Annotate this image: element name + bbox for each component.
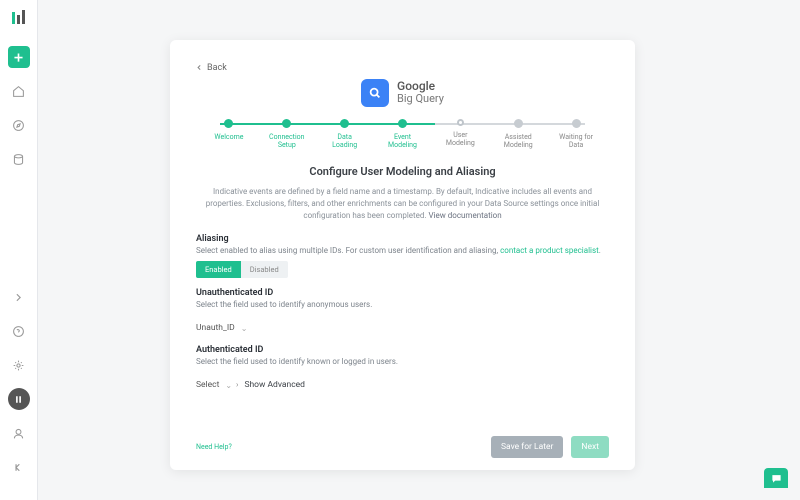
intro-text: Indicative events are defined by a field… bbox=[196, 186, 609, 222]
step-event-modeling[interactable]: Event Modeling bbox=[374, 119, 432, 150]
chevron-down-icon: ⌄ bbox=[225, 381, 232, 390]
aliasing-enabled-button[interactable]: Enabled bbox=[196, 261, 241, 278]
help-icon[interactable] bbox=[8, 320, 30, 342]
chevron-right-icon: › bbox=[236, 380, 238, 389]
auth-desc: Select the field used to identify known … bbox=[196, 357, 609, 366]
settings-icon[interactable] bbox=[8, 354, 30, 376]
explore-icon[interactable] bbox=[8, 114, 30, 136]
step-assisted-modeling: Assisted Modeling bbox=[489, 119, 547, 150]
need-help-link[interactable]: Need Help? bbox=[196, 443, 232, 451]
auth-id-select[interactable]: Select⌄ bbox=[196, 376, 232, 394]
aliasing-title: Aliasing bbox=[196, 234, 609, 244]
chevron-down-icon: ⌄ bbox=[241, 324, 248, 333]
view-docs-link[interactable]: View documentation bbox=[428, 211, 501, 220]
unauth-title: Unauthenticated ID bbox=[196, 288, 609, 298]
user-icon[interactable] bbox=[8, 422, 30, 444]
setup-wizard-card: Back Google Big Query Welcome Connection… bbox=[170, 40, 635, 470]
aliasing-disabled-button[interactable]: Disabled bbox=[241, 261, 288, 278]
unauth-desc: Select the field used to identify anonym… bbox=[196, 300, 609, 309]
bigquery-icon bbox=[361, 79, 389, 107]
add-button[interactable] bbox=[8, 46, 30, 68]
step-connection[interactable]: Connection Setup bbox=[258, 119, 316, 150]
app-logo bbox=[11, 10, 27, 26]
back-label: Back bbox=[207, 63, 227, 73]
contact-specialist-link[interactable]: contact a product specialist bbox=[500, 246, 599, 255]
auth-title: Authenticated ID bbox=[196, 345, 609, 355]
aliasing-toggle: Enabled Disabled bbox=[196, 261, 609, 278]
unauth-id-select[interactable]: Unauth_ID⌄ bbox=[196, 319, 247, 337]
next-button[interactable]: Next bbox=[571, 436, 609, 458]
progress-stepper: Welcome Connection Setup Data Loading Ev… bbox=[196, 119, 609, 150]
step-welcome[interactable]: Welcome bbox=[200, 119, 258, 150]
data-icon[interactable] bbox=[8, 148, 30, 170]
step-waiting: Waiting for Data bbox=[547, 119, 605, 150]
brand-line2: Big Query bbox=[397, 93, 444, 105]
home-icon[interactable] bbox=[8, 80, 30, 102]
collapse-icon[interactable] bbox=[8, 456, 30, 478]
save-for-later-button[interactable]: Save for Later bbox=[491, 436, 563, 458]
step-data-loading[interactable]: Data Loading bbox=[316, 119, 374, 150]
expand-icon[interactable] bbox=[8, 286, 30, 308]
step-user-modeling[interactable]: User Modeling bbox=[431, 119, 489, 150]
chat-fab[interactable] bbox=[764, 468, 788, 488]
page-title: Configure User Modeling and Aliasing bbox=[196, 165, 609, 178]
datasource-brand: Google Big Query bbox=[196, 79, 609, 107]
show-advanced-toggle[interactable]: ›Show Advanced bbox=[236, 380, 305, 390]
aliasing-desc: Select enabled to alias using multiple I… bbox=[196, 246, 609, 255]
pause-icon[interactable] bbox=[8, 388, 30, 410]
back-button[interactable]: Back bbox=[196, 63, 227, 73]
sidebar-nav bbox=[0, 0, 38, 500]
